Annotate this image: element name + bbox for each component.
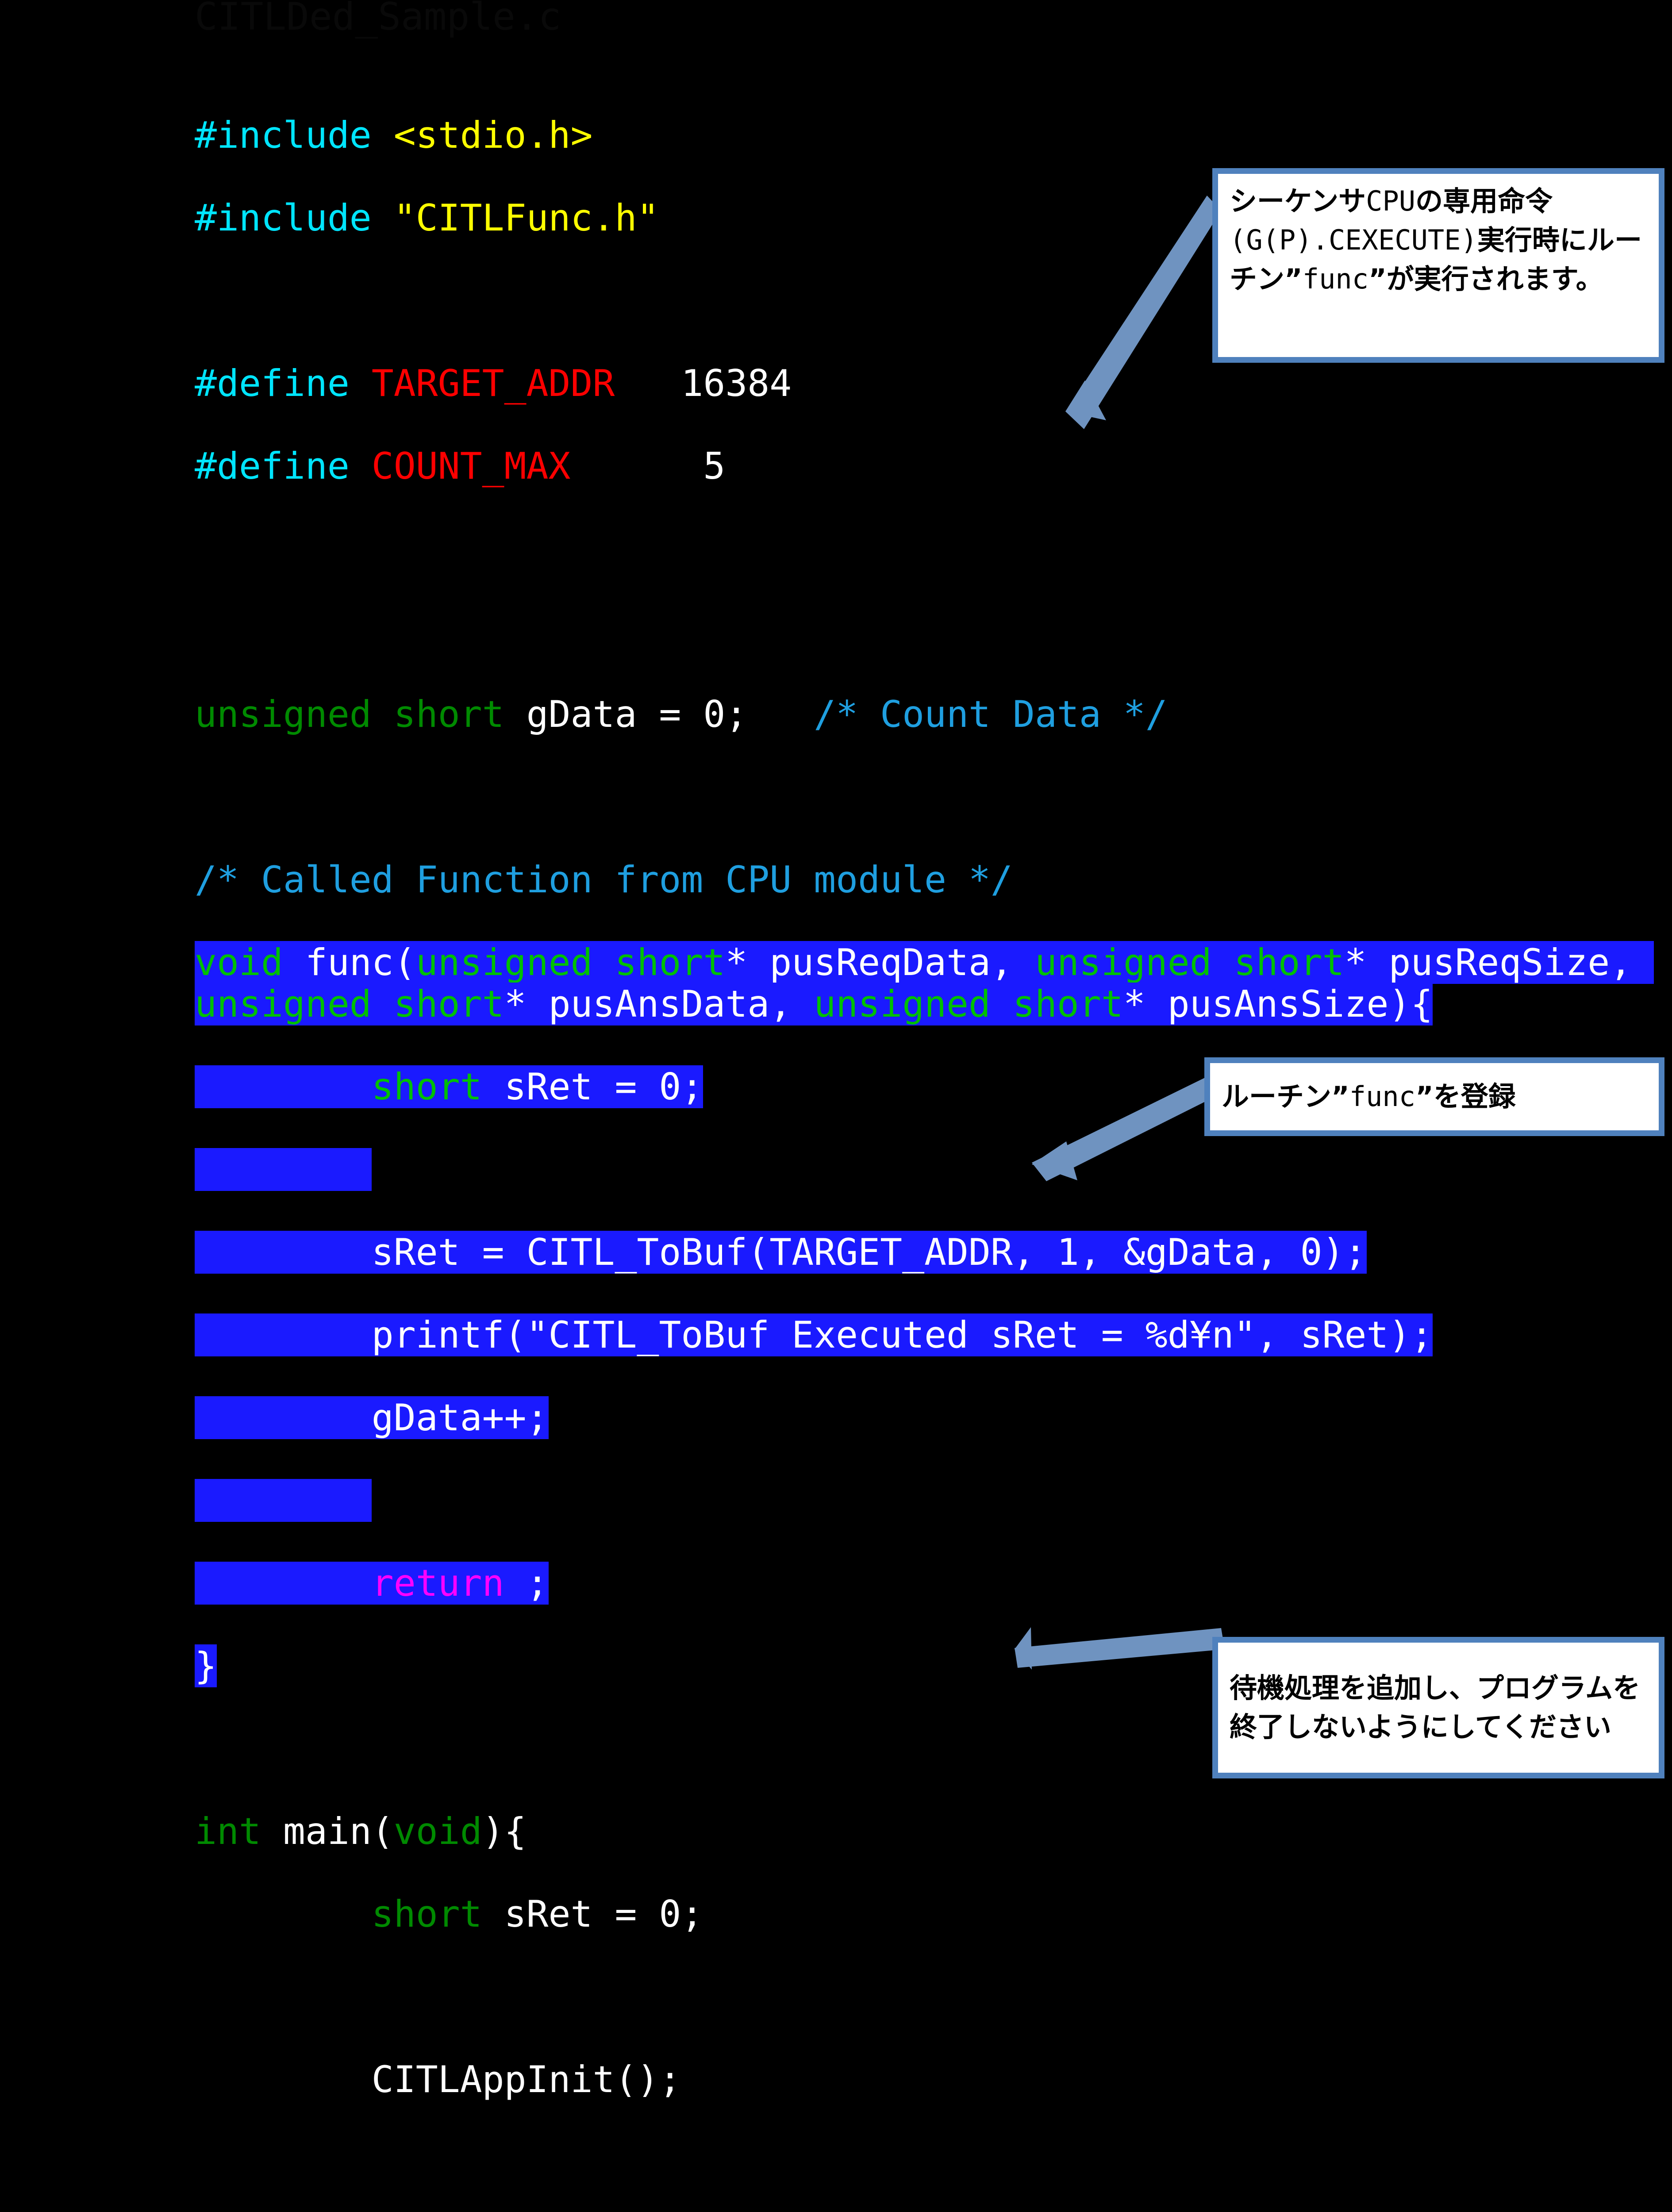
preprocessor-include: #include	[195, 114, 372, 157]
kw-void-2: void	[393, 1809, 482, 1853]
code-line-25-blank	[195, 2142, 1650, 2183]
fn-func: func	[305, 941, 394, 984]
include-stdio: <stdio.h>	[393, 114, 593, 157]
macro-target-addr-value: 16384	[681, 362, 792, 405]
kw-return: return	[371, 1561, 504, 1605]
macro-count-max-value: 5	[703, 445, 726, 488]
selection-blank-2	[195, 1479, 372, 1522]
literal-zero-2: 0	[659, 1065, 681, 1108]
arg-gdata: gData	[1145, 1230, 1256, 1274]
code-line-7-blank	[195, 611, 1650, 653]
var-sret-3: sRet	[504, 1892, 593, 1936]
param-pusanssize: pusAnsSize	[1167, 982, 1389, 1025]
code-line-21: int main(void){	[195, 1809, 527, 1853]
arg-sret: sRet	[1300, 1313, 1389, 1356]
comment-called-function: /* Called Function from CPU module */	[195, 858, 1013, 901]
stmt-gdata-inc: gData++;	[371, 1396, 549, 1439]
code-line-22: short sRet = 0;	[371, 1892, 703, 1936]
macro-target-addr: TARGET_ADDR	[371, 362, 615, 405]
str-tobuf-format: "CITL_ToBuf Executed sRet = %d¥n"	[526, 1313, 1256, 1356]
literal-zero-3: 0	[659, 1892, 681, 1936]
code-line-18: return ;	[195, 1561, 1650, 1605]
comment-count-data: /* Count Data */	[814, 693, 1168, 736]
fn-main: main	[283, 1809, 372, 1853]
kw-short-2: short	[615, 941, 726, 984]
selection-return-void: return ;	[195, 1561, 549, 1605]
selection-func-signature: void func(unsigned short* pusReqData, un…	[195, 941, 1654, 1025]
selection-gdata-inc: gData++;	[195, 1396, 549, 1439]
param-pusansdata: pusAnsData	[548, 982, 770, 1025]
callout-2-text-2: ”を登録	[1415, 1080, 1516, 1113]
kw-short-4: short	[393, 982, 504, 1025]
callout-1-mono-2: (G(P).CEXECUTE)	[1230, 224, 1477, 257]
selection-short-sret: short sRet = 0;	[195, 1065, 703, 1108]
param-pusreqsize: pusReqSize	[1388, 941, 1610, 984]
callout-2-text-1: ルーチン”	[1222, 1080, 1349, 1113]
preprocessor-define: #define	[195, 362, 350, 405]
var-sret-2: sRet	[371, 1230, 460, 1274]
code-line-6-blank	[195, 528, 1650, 570]
kw-unsigned-5: unsigned	[814, 982, 991, 1025]
kw-short-5: short	[1012, 982, 1123, 1025]
kw-unsigned: unsigned	[195, 693, 372, 736]
code-line-8: unsigned short gData = 0; /* Count Data …	[195, 693, 1168, 736]
kw-short: short	[393, 693, 504, 736]
code-line-23-blank	[195, 1976, 1650, 2018]
kw-unsigned-2: unsigned	[415, 941, 593, 984]
param-pusreqdata: pusReqData	[769, 941, 991, 984]
callout-1-text-5: ”が実行されます。	[1368, 263, 1603, 296]
code-line-16: gData++;	[195, 1396, 1650, 1439]
preprocessor-define-2: #define	[195, 445, 350, 488]
selection-blank-1	[195, 1148, 372, 1191]
callout-1-text-1: シーケンサ	[1230, 185, 1366, 217]
kw-int: int	[195, 1809, 261, 1853]
call-citl-tobuf: CITL_ToBuf	[526, 1230, 748, 1274]
preprocessor-include-2: #include	[195, 196, 372, 239]
include-citlfunc: "CITLFunc.h"	[393, 196, 659, 239]
code-line-5: #define COUNT_MAX 5	[195, 445, 1650, 487]
callout-1-text-2: の専用命令	[1415, 185, 1553, 217]
code-line-4: #define TARGET_ADDR 16384	[195, 363, 1650, 404]
kw-short-7: short	[371, 1892, 482, 1936]
kw-void: void	[195, 941, 283, 984]
callout-register-func: ルーチン”func”を登録	[1204, 1057, 1664, 1136]
callout-wait-process: 待機処理を追加し、プログラムを終了しないようにしてください	[1212, 1637, 1664, 1778]
call-printf: printf	[371, 1313, 504, 1356]
kw-unsigned-4: unsigned	[195, 982, 372, 1025]
code-line-14: sRet = CITL_ToBuf(TARGET_ADDR, 1, &gData…	[195, 1230, 1650, 1274]
code-line-13-blank	[195, 1148, 1650, 1191]
arg-target-addr: TARGET_ADDR	[769, 1230, 1013, 1274]
code-line-10: /* Called Function from CPU module */	[195, 859, 1650, 901]
code-line-24: CITLAppInit();	[195, 2058, 1650, 2101]
kw-short-6: short	[371, 1065, 482, 1108]
callout-2-mono-1: func	[1349, 1080, 1416, 1113]
selection-citl-tobuf: sRet = CITL_ToBuf(TARGET_ADDR, 1, &gData…	[195, 1230, 1367, 1274]
callout-1-text-3: 実行時に	[1477, 224, 1587, 257]
callout-1-mono-3: func	[1302, 263, 1369, 296]
callout-cexecute-note: シーケンサCPUの専用命令(G(P).CEXECUTE)実行時にルーチン”fun…	[1212, 168, 1664, 363]
literal-zero: 0	[703, 693, 726, 736]
callout-3-text: 待機処理を追加し、プログラムを終了しないようにしてください	[1230, 1671, 1641, 1743]
var-sret: sRet	[504, 1065, 593, 1108]
macro-count-max: COUNT_MAX	[371, 445, 571, 488]
kw-unsigned-3: unsigned	[1034, 941, 1212, 984]
code-line-17-blank	[195, 1479, 1650, 1522]
code-line-15: printf("CITL_ToBuf Executed sRet = %d¥n"…	[195, 1313, 1650, 1356]
callout-1-mono-1: CPU	[1366, 185, 1416, 217]
kw-short-3: short	[1234, 941, 1345, 984]
selection-printf-tobuf: printf("CITL_ToBuf Executed sRet = %d¥n"…	[195, 1313, 1433, 1356]
code-line-9-blank	[195, 776, 1650, 818]
selection-func-close-brace: }	[195, 1644, 217, 1687]
var-gdata: gData	[526, 693, 637, 736]
code-line-11: void func(unsigned short* pusReqData, un…	[195, 941, 1654, 1025]
code-line-1: #include <stdio.h>	[195, 115, 1650, 156]
call-citl-app-init: CITLAppInit();	[371, 2058, 681, 2101]
